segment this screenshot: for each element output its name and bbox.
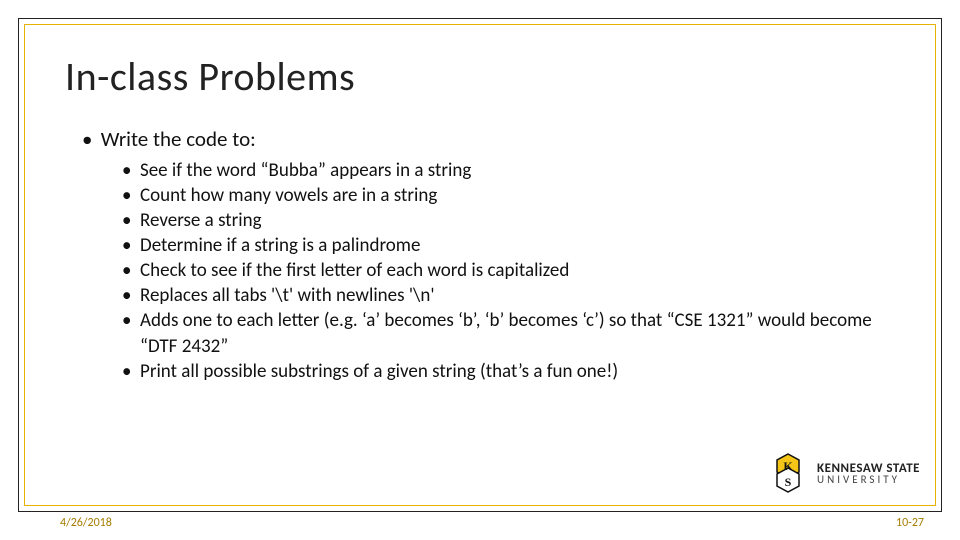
slide-frame: In-class Problems • Write the code to: S…: [0, 0, 960, 540]
list-item-text: Determine if a string is a palindrome: [140, 234, 420, 257]
footer-page: 10-27: [896, 516, 924, 530]
list-item-text: Replaces all tabs '\t' with newlines '\n…: [140, 284, 435, 307]
svg-text:S: S: [785, 475, 792, 489]
list-item: Replaces all tabs '\t' with newlines '\n…: [122, 283, 900, 308]
university-logo: K S KENNESAW STATE UNIVERSITY: [767, 452, 920, 494]
list-item-text: Check to see if the first letter of each…: [140, 259, 569, 282]
slide-title: In-class Problems: [65, 52, 355, 101]
list-item: Check to see if the first letter of each…: [122, 258, 900, 283]
list-item: Reverse a string: [122, 208, 900, 233]
main-bullet: • Write the code to:: [82, 126, 900, 152]
list-item: Adds one to each letter (e.g. ‘a’ become…: [122, 308, 900, 358]
svg-text:K: K: [783, 459, 793, 473]
list-item: Count how many vowels are in a string: [122, 183, 900, 208]
list-item-text: Reverse a string: [140, 209, 262, 232]
list-item-text: See if the word “Bubba” appears in a str…: [140, 159, 471, 182]
slide-content: • Write the code to: See if the word “Bu…: [82, 126, 900, 384]
list-item-text: Count how many vowels are in a string: [140, 184, 437, 207]
ks-mark-icon: K S: [767, 452, 809, 494]
bullet-lvl1-icon: •: [82, 126, 96, 152]
list-item-text: Adds one to each letter (e.g. ‘a’ become…: [140, 309, 872, 357]
list-item: Print all possible substrings of a given…: [122, 359, 900, 384]
list-item: Determine if a string is a palindrome: [122, 233, 900, 258]
main-bullet-text: Write the code to:: [101, 126, 256, 152]
logo-text: KENNESAW STATE UNIVERSITY: [817, 462, 920, 485]
list-item: See if the word “Bubba” appears in a str…: [122, 158, 900, 183]
sub-bullet-list: See if the word “Bubba” appears in a str…: [82, 158, 900, 384]
footer-date: 4/26/2018: [60, 516, 112, 530]
list-item-text: Print all possible substrings of a given…: [140, 360, 618, 383]
